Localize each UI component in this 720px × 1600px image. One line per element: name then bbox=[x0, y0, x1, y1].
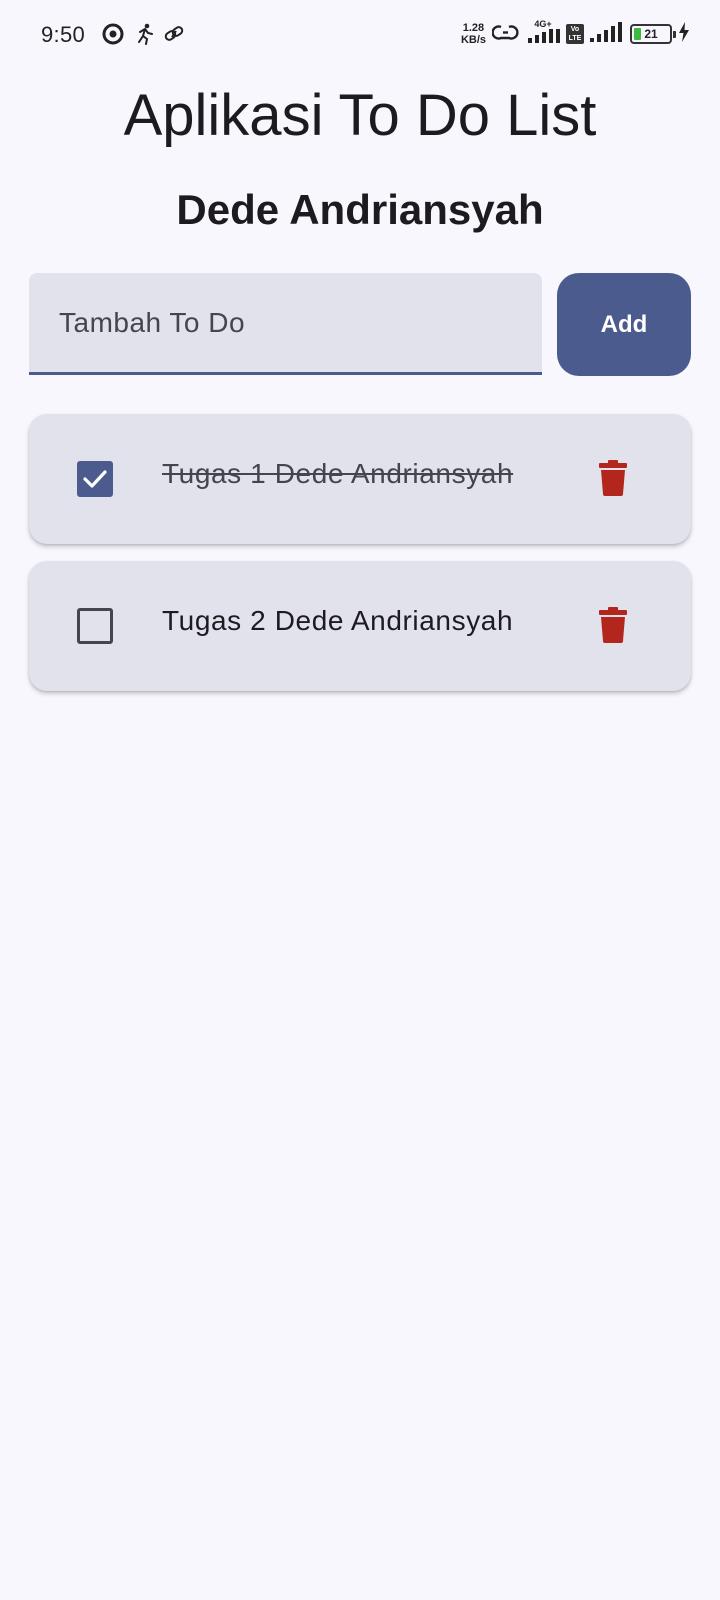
todo-checkbox[interactable] bbox=[77, 608, 113, 644]
speed-value: 1.28 bbox=[462, 22, 485, 34]
signal-icon bbox=[526, 29, 560, 48]
page-subtitle: Dede Andriansyah bbox=[176, 186, 544, 233]
status-left-icons bbox=[102, 23, 184, 50]
battery-icon: 21 bbox=[630, 24, 676, 44]
hotspot-icon bbox=[491, 21, 520, 48]
todo-input-container bbox=[29, 273, 542, 375]
signal-icon bbox=[590, 21, 624, 47]
todo-list: Tugas 1 Dede Andriansyah Tugas 2 Dede An… bbox=[29, 414, 691, 708]
volte-top: Vo bbox=[570, 26, 580, 33]
check-icon bbox=[83, 470, 107, 488]
location-icon bbox=[102, 23, 124, 50]
battery-level: 21 bbox=[644, 27, 658, 41]
add-button[interactable]: Add bbox=[557, 273, 691, 376]
delete-button[interactable] bbox=[599, 607, 627, 643]
link-icon bbox=[164, 25, 184, 48]
page-title: Aplikasi To Do List bbox=[123, 83, 597, 148]
status-time: 9:50 bbox=[41, 22, 86, 47]
todo-input[interactable] bbox=[29, 273, 542, 372]
todo-item: Tugas 2 Dede Andriansyah bbox=[29, 561, 691, 691]
activity-icon bbox=[134, 23, 154, 50]
network-speed: 1.28 KB/s bbox=[461, 22, 486, 46]
delete-button[interactable] bbox=[599, 460, 627, 496]
trash-icon bbox=[599, 460, 627, 496]
todo-text: Tugas 1 Dede Andriansyah bbox=[162, 458, 514, 489]
volte-bottom: LTE bbox=[568, 35, 582, 42]
network-type-label: 4G+ bbox=[534, 19, 552, 29]
todo-text: Tugas 2 Dede Andriansyah bbox=[162, 605, 514, 636]
status-bar: 9:50 1.28 KB/s 4G+ Vo LTE 21 bbox=[0, 0, 720, 70]
trash-icon bbox=[599, 607, 627, 643]
charging-icon bbox=[678, 21, 690, 47]
network-type: 4G+ bbox=[526, 20, 560, 48]
todo-checkbox[interactable] bbox=[77, 461, 113, 497]
status-right-icons: 1.28 KB/s 4G+ Vo LTE 21 bbox=[461, 20, 690, 48]
speed-unit: KB/s bbox=[460, 34, 486, 46]
todo-item: Tugas 1 Dede Andriansyah bbox=[29, 414, 691, 544]
volte-badge: Vo LTE bbox=[566, 24, 584, 44]
